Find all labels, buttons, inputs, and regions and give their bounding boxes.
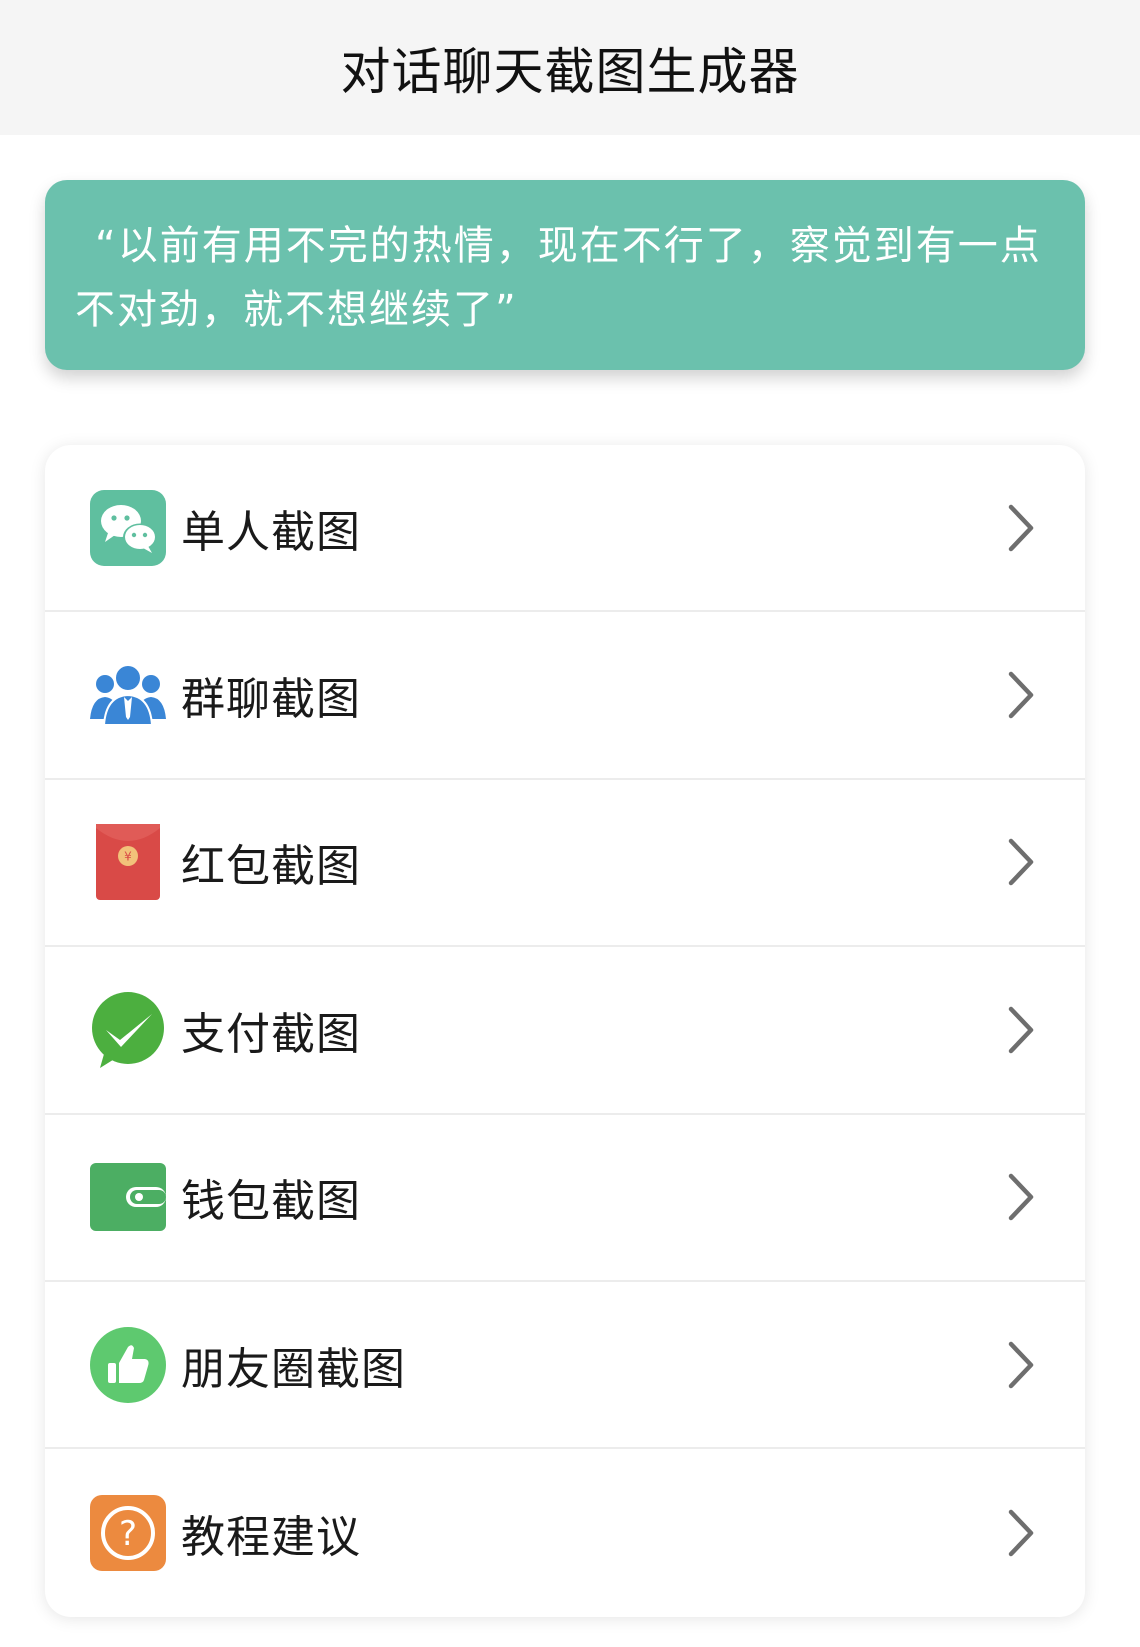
page: 对话聊天截图生成器 “以前有用不完的热情，现在不行了，察觉到有一点不对劲，就不想… <box>0 0 1140 1647</box>
chevron-right-icon <box>1005 1508 1035 1558</box>
chevron-right-icon <box>1005 670 1035 720</box>
chevron-right-icon <box>1005 1340 1035 1390</box>
thumbs-up-icon <box>90 1326 166 1403</box>
chevron-right-icon <box>1005 1005 1035 1055</box>
menu-item-moments[interactable]: 朋友圈截图 <box>45 1282 1085 1450</box>
red-packet-icon: ¥ <box>90 824 166 901</box>
svg-text:¥: ¥ <box>124 850 132 864</box>
menu-item-label: 钱包截图 <box>181 1176 361 1228</box>
menu-item-label: 单人截图 <box>181 506 361 558</box>
menu-item-single-chat[interactable]: 单人截图 <box>45 445 1085 613</box>
svg-text:?: ? <box>119 1514 137 1554</box>
question-icon: ? <box>90 1495 166 1572</box>
menu-item-label: 支付截图 <box>181 1008 361 1060</box>
menu-item-label: 教程建议 <box>181 1512 361 1564</box>
menu-item-label: 朋友圈截图 <box>181 1343 406 1395</box>
chevron-right-icon <box>1005 1172 1035 1222</box>
menu-item-wallet[interactable]: 钱包截图 <box>45 1115 1085 1282</box>
top-bar: 对话聊天截图生成器 <box>0 0 1140 135</box>
menu-item-label: 红包截图 <box>181 841 361 893</box>
menu-item-payment[interactable]: 支付截图 <box>45 947 1085 1115</box>
menu-item-group-chat[interactable]: 群聊截图 <box>45 612 1085 780</box>
group-users-icon <box>90 657 166 733</box>
menu-list: 单人截图 群聊截图 ¥ 红包截图 支付截图 钱包截图 朋友圈截图 ? 教程建议 <box>45 445 1085 1617</box>
wechat-chat-icon <box>90 489 166 566</box>
payment-check-icon <box>90 991 166 1068</box>
quote-card: “以前有用不完的热情，现在不行了，察觉到有一点不对劲，就不想继续了” <box>45 180 1085 370</box>
chevron-right-icon <box>1005 503 1035 553</box>
menu-item-tutorial[interactable]: ? 教程建议 <box>45 1449 1085 1616</box>
chevron-right-icon <box>1005 837 1035 887</box>
menu-item-label: 群聊截图 <box>181 674 361 726</box>
page-title: 对话聊天截图生成器 <box>340 42 800 101</box>
menu-item-red-packet[interactable]: ¥ 红包截图 <box>45 780 1085 948</box>
wallet-icon <box>90 1159 166 1235</box>
quote-text: “以前有用不完的热情，现在不行了，察觉到有一点不对劲，就不想继续了” <box>75 223 1042 333</box>
